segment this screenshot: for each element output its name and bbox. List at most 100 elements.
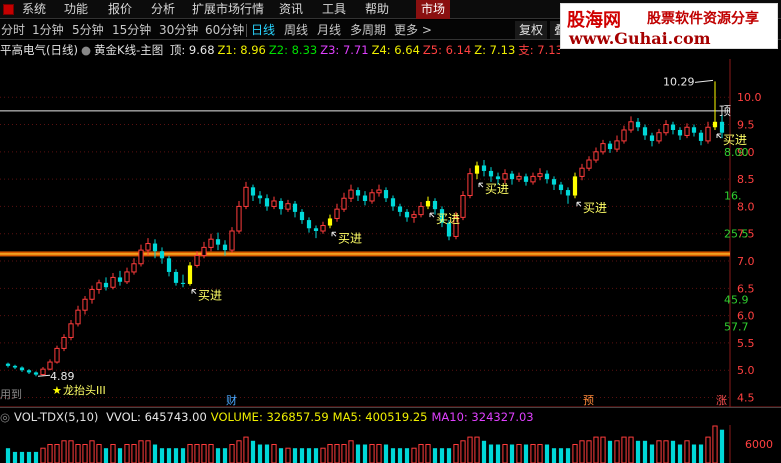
volume-bar-30	[215, 448, 221, 463]
candle-44	[313, 225, 319, 239]
candle-body-96	[677, 129, 683, 136]
volume-bar-4	[33, 451, 39, 463]
menu-item-system[interactable]: 系统	[22, 1, 46, 18]
menu-item-help[interactable]: 帮助	[365, 1, 389, 18]
candle-54	[383, 187, 389, 203]
date-marker-1: 预	[583, 394, 594, 407]
volume-bar-98	[691, 444, 697, 463]
period-monthly[interactable]: 月线	[317, 22, 341, 39]
candle-35	[250, 184, 256, 201]
candle-3	[26, 369, 32, 375]
candle-body-16	[117, 277, 123, 282]
volume-toggle-icon[interactable]: ◎	[0, 410, 10, 424]
candle-body-71	[502, 173, 508, 180]
period-timeshare[interactable]: 分时	[1, 22, 25, 39]
volume-bar-96	[677, 444, 683, 463]
candle-body-80	[565, 190, 571, 196]
period-30min[interactable]: 30分钟	[159, 22, 198, 39]
candle-body-70	[495, 176, 501, 180]
candle-92	[649, 132, 655, 147]
volume-indicator-name[interactable]: VOL-TDX(5,10)	[14, 410, 98, 424]
period-60min[interactable]: 60分钟	[205, 22, 244, 39]
candle-85	[600, 139, 606, 155]
y-tick-label-6: 7.0	[737, 255, 755, 268]
volume-axis-label: 6000	[745, 438, 773, 451]
candle-58	[411, 210, 417, 223]
candle-47	[334, 203, 340, 222]
candle-body-75	[530, 175, 536, 183]
candle-80	[565, 187, 571, 204]
period-15min[interactable]: 15分钟	[112, 22, 151, 39]
volume-indicator-value-2: MA5: 400519.25	[332, 410, 428, 424]
volume-bar-72	[509, 444, 515, 463]
market-tab[interactable]: 市场	[416, 0, 450, 19]
candle-body-29	[208, 238, 214, 248]
candle-9	[68, 320, 74, 341]
candle-16	[117, 270, 123, 286]
main-indicator-value-7: 支: 7.13	[518, 43, 560, 57]
indicator-info-bar: 平高电气(日线) ● 黄金K线-主图 顶: 9.68 Z1: 8.96 Z2: 8.33…	[0, 41, 560, 59]
indicator-name[interactable]: 黄金K线-主图	[94, 43, 163, 57]
period-5min[interactable]: 5分钟	[72, 22, 104, 39]
candle-body-49	[348, 189, 354, 199]
menu-item-quote[interactable]: 报价	[108, 1, 132, 18]
candle-4	[33, 371, 39, 377]
volume-bar-88	[621, 436, 627, 463]
volume-bar-95	[670, 440, 676, 463]
candle-45	[320, 221, 326, 234]
candle-body-85	[600, 143, 606, 153]
menu-item-news[interactable]: 资讯	[279, 1, 303, 18]
menu-item-function[interactable]: 功能	[64, 1, 88, 18]
candle-body-98	[691, 127, 697, 133]
candle-body-30	[215, 239, 221, 245]
menu-item-extended-market[interactable]: 扩展市场行情	[192, 1, 264, 18]
candle-body-65	[460, 195, 466, 218]
buy-arrow-1	[331, 231, 337, 237]
menu-item-analysis[interactable]: 分析	[151, 1, 175, 18]
candle-body-67	[474, 165, 480, 174]
volume-bar-79	[558, 448, 564, 463]
candle-body-0	[5, 363, 11, 366]
candle-body-50	[355, 190, 361, 196]
candle-body-94	[663, 124, 669, 134]
candle-15	[110, 273, 116, 290]
candle-57	[404, 209, 410, 222]
app-logo-icon[interactable]	[3, 4, 14, 15]
menu-item-tools[interactable]: 工具	[322, 1, 346, 18]
buy-arrow-0	[191, 289, 197, 294]
candle-body-93	[656, 132, 662, 142]
candle-body-45	[320, 225, 326, 232]
volume-bar-74	[523, 444, 529, 463]
stock-name[interactable]: 平高电气(日线)	[0, 43, 78, 57]
period-daily[interactable]: 日线	[251, 22, 275, 39]
volume-bar-81	[572, 444, 578, 463]
candle-8	[61, 334, 67, 352]
candle-body-27	[194, 255, 200, 266]
buy-signal-label-3: 买进	[485, 182, 509, 196]
candle-67	[474, 161, 480, 180]
period-more[interactable]: 更多 >	[394, 22, 432, 39]
level-label-0: 8.00	[724, 146, 749, 159]
signal-annotations: 买进买进买进买进买进买进10.29顶4.89用到 ★ 龙抬头III财预涨	[0, 75, 747, 407]
candle-body-13	[96, 282, 102, 290]
candle-body-11	[82, 298, 88, 311]
period-weekly[interactable]: 周线	[284, 22, 308, 39]
level-label-1: 16.	[724, 190, 742, 203]
candle-79	[558, 181, 564, 195]
candle-96	[677, 127, 683, 140]
candle-41	[292, 200, 298, 218]
fuquan-button[interactable]: 复权	[515, 21, 548, 39]
candle-body-66	[467, 173, 473, 197]
volume-bar-6	[47, 444, 53, 463]
volume-bar-7	[54, 444, 60, 463]
price-chart[interactable]: 买进买进买进买进买进买进10.29顶4.89用到 ★ 龙抬头III财预涨 10.09…	[0, 41, 781, 463]
candle-93	[656, 128, 662, 144]
candle-13	[96, 279, 102, 294]
level-label-3: 45.9	[724, 293, 749, 306]
candle-6	[47, 359, 53, 371]
candle-body-4	[33, 372, 39, 375]
candle-38	[271, 196, 277, 210]
volume-bar-36	[257, 444, 263, 463]
period-1min[interactable]: 1分钟	[32, 22, 64, 39]
period-multi[interactable]: 多周期	[350, 22, 386, 39]
